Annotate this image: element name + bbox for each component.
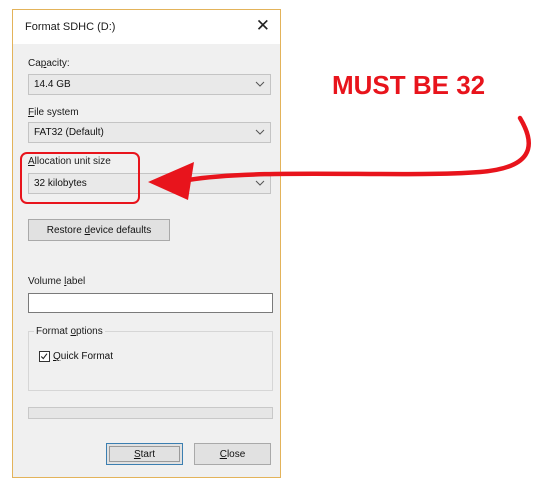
file-system-label: File system xyxy=(28,107,79,118)
format-dialog: Format SDHC (D:) ✕ Capacity: 14.4 GB Fil… xyxy=(12,9,281,478)
volume-label-label: Volume label xyxy=(28,276,86,287)
file-system-select[interactable]: FAT32 (Default) xyxy=(28,122,271,143)
quick-format-label[interactable]: Quick Format xyxy=(53,351,113,362)
start-button-label: Start xyxy=(133,449,156,460)
volume-label-input[interactable] xyxy=(28,293,273,313)
capacity-select[interactable]: 14.4 GB xyxy=(28,74,271,95)
screenshot-stage: Format SDHC (D:) ✕ Capacity: 14.4 GB Fil… xyxy=(0,0,548,498)
annotation-text: MUST BE 32 xyxy=(332,70,486,100)
chevron-down-icon xyxy=(255,129,265,135)
allocation-highlight-box xyxy=(20,152,140,204)
quick-format-checkbox[interactable] xyxy=(39,351,50,362)
capacity-value: 14.4 GB xyxy=(34,79,71,90)
start-button[interactable]: Start xyxy=(106,443,183,465)
close-button[interactable]: Close xyxy=(194,443,271,465)
restore-defaults-button[interactable]: Restore device defaults xyxy=(28,219,170,241)
check-icon xyxy=(40,353,48,360)
close-icon[interactable]: ✕ xyxy=(256,16,270,36)
restore-defaults-label: Restore device defaults xyxy=(46,225,152,236)
title-bar: Format SDHC (D:) ✕ xyxy=(13,10,280,44)
chevron-down-icon xyxy=(255,180,265,186)
capacity-label: Capacity: xyxy=(28,58,70,69)
format-progress-bar xyxy=(28,407,273,419)
close-button-label: Close xyxy=(219,449,246,460)
chevron-down-icon xyxy=(255,81,265,87)
file-system-value: FAT32 (Default) xyxy=(34,127,104,138)
format-options-legend: Format options xyxy=(34,326,105,337)
dialog-title: Format SDHC (D:) xyxy=(25,21,116,33)
